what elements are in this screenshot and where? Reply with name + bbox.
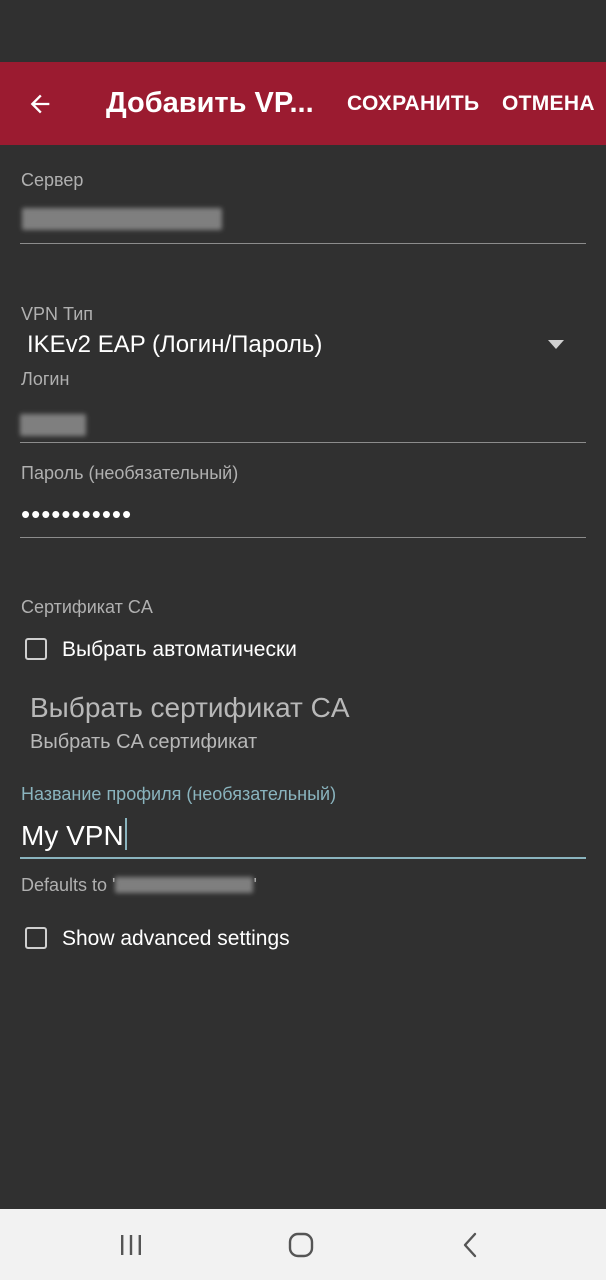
pick-ca-certificate-title: Выбрать сертификат CA [30, 692, 350, 723]
auto-select-checkbox[interactable] [25, 638, 47, 660]
recent-apps-icon [121, 1235, 141, 1255]
login-value-redacted [20, 414, 86, 436]
ca-certificate-label: Сертификат CA [21, 597, 153, 617]
defaults-suffix: ' [253, 875, 257, 895]
server-underline [20, 243, 586, 244]
login-label: Логин [21, 369, 70, 389]
home-icon [288, 1232, 314, 1258]
save-button[interactable]: СОХРАНИТЬ [347, 62, 479, 145]
back-button[interactable] [22, 86, 58, 122]
vpn-type-label: VPN Тип [21, 304, 94, 324]
recent-apps-button[interactable] [111, 1227, 151, 1263]
password-underline [20, 537, 586, 538]
page-title: Добавить VP... [106, 87, 314, 119]
advanced-settings-label[interactable]: Show advanced settings [62, 927, 290, 951]
navigation-bar [0, 1209, 606, 1280]
profile-name-input[interactable]: My VPN [21, 818, 127, 852]
status-bar [0, 0, 606, 62]
profile-name-underline [20, 857, 586, 859]
server-input[interactable] [20, 196, 586, 244]
chevron-left-icon [463, 1232, 477, 1258]
server-value-redacted [22, 208, 222, 230]
login-input[interactable] [20, 394, 586, 442]
dropdown-arrow-icon [548, 340, 564, 349]
pick-ca-certificate-summary: Выбрать CA сертификат [30, 731, 258, 753]
profile-name-value: My VPN [21, 820, 124, 851]
defaults-prefix: Defaults to ' [21, 875, 116, 895]
arrow-left-icon [30, 94, 50, 114]
password-label: Пароль (необязательный) [21, 463, 239, 483]
system-back-button[interactable] [451, 1227, 491, 1263]
cancel-button[interactable]: ОТМЕНА [502, 62, 595, 145]
auto-select-label[interactable]: Выбрать автоматически [62, 638, 297, 662]
profile-name-label: Название профиля (необязательный) [21, 784, 337, 804]
login-underline [20, 442, 586, 443]
password-input[interactable]: ••••••••••• [21, 499, 132, 529]
advanced-settings-checkbox[interactable] [25, 927, 47, 949]
server-label: Сервер [21, 170, 84, 190]
vpn-type-value: IKEv2 EAP (Логин/Пароль) [27, 331, 323, 358]
profile-name-hint: Defaults to ' ' [21, 875, 257, 896]
text-cursor [124, 818, 127, 850]
home-button[interactable] [281, 1227, 321, 1263]
app-bar: Добавить VP... СОХРАНИТЬ ОТМЕНА [0, 62, 606, 145]
defaults-value-redacted [115, 877, 254, 893]
